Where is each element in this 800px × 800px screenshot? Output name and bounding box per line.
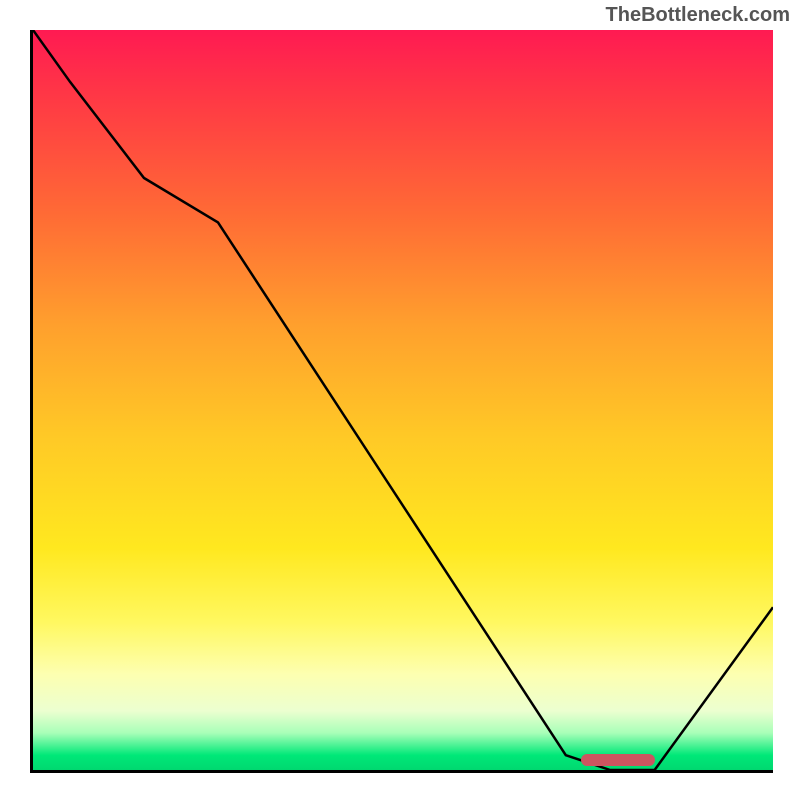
chart-plot-area (30, 30, 773, 773)
chart-curve (33, 30, 773, 770)
chart-line-svg (33, 30, 773, 770)
watermark-text: TheBottleneck.com (606, 4, 790, 27)
optimal-range-marker (581, 754, 655, 766)
